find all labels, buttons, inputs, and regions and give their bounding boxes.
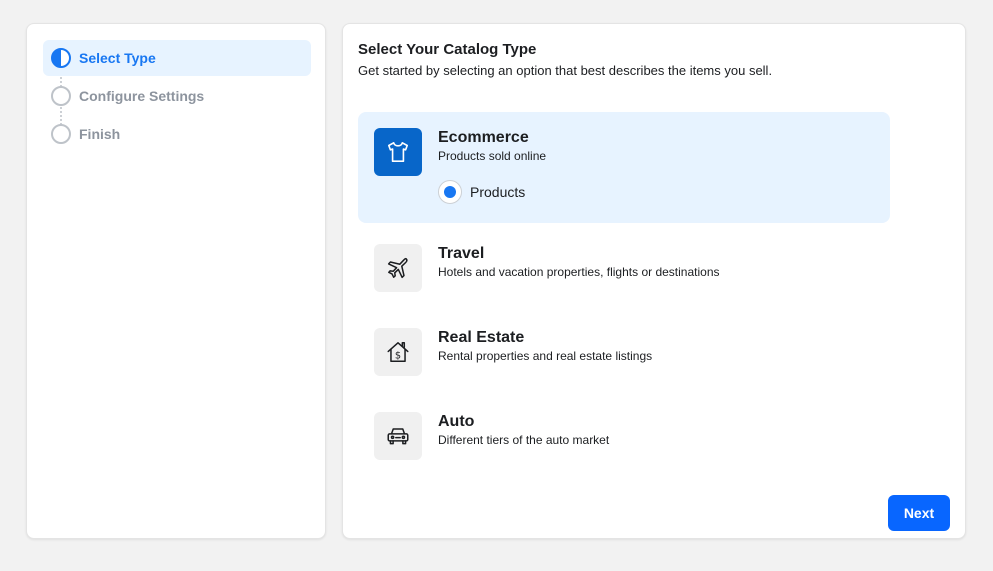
products-radio[interactable] [438, 180, 462, 204]
step-label: Configure Settings [79, 88, 205, 104]
step-label: Select Type [79, 50, 156, 66]
tshirt-icon [374, 128, 422, 176]
house-dollar-icon: $ [374, 328, 422, 376]
option-real-estate[interactable]: $ Real Estate Rental properties and real… [358, 312, 890, 392]
option-title: Travel [438, 245, 485, 262]
option-description: Rental properties and real estate listin… [438, 349, 653, 363]
option-travel[interactable]: Travel Hotels and vacation properties, f… [358, 228, 890, 308]
option-description: Products sold online [438, 149, 547, 163]
option-description: Different tiers of the auto market [438, 433, 610, 447]
steps-panel: Select Type Configure Settings Finish [26, 23, 326, 539]
step-circle-icon [51, 86, 71, 106]
option-title: Ecommerce [438, 129, 529, 146]
option-auto[interactable]: Auto Different tiers of the auto market [358, 396, 890, 476]
option-description: Hotels and vacation properties, flights … [438, 265, 720, 279]
radio-selected-dot [444, 186, 456, 198]
step-finish[interactable]: Finish [43, 116, 311, 152]
step-configure-settings[interactable]: Configure Settings [43, 78, 311, 114]
step-circle-icon [51, 124, 71, 144]
airplane-icon [374, 244, 422, 292]
option-title: Real Estate [438, 329, 525, 346]
products-radio-option[interactable]: Products [438, 180, 525, 204]
step-label: Finish [79, 126, 121, 142]
step-select-type[interactable]: Select Type [43, 40, 311, 76]
option-ecommerce[interactable]: Ecommerce Products sold online Products [358, 112, 890, 223]
catalog-type-panel: Select Your Catalog Type Get started by … [342, 23, 966, 539]
page-title: Select Your Catalog Type [358, 41, 537, 58]
radio-label: Products [470, 184, 526, 200]
page-subtitle: Get started by selecting an option that … [358, 63, 773, 78]
option-title: Auto [438, 413, 475, 430]
svg-text:$: $ [395, 350, 401, 361]
car-icon [374, 412, 422, 460]
step-progress-icon [51, 48, 71, 68]
next-button[interactable]: Next [888, 495, 950, 531]
